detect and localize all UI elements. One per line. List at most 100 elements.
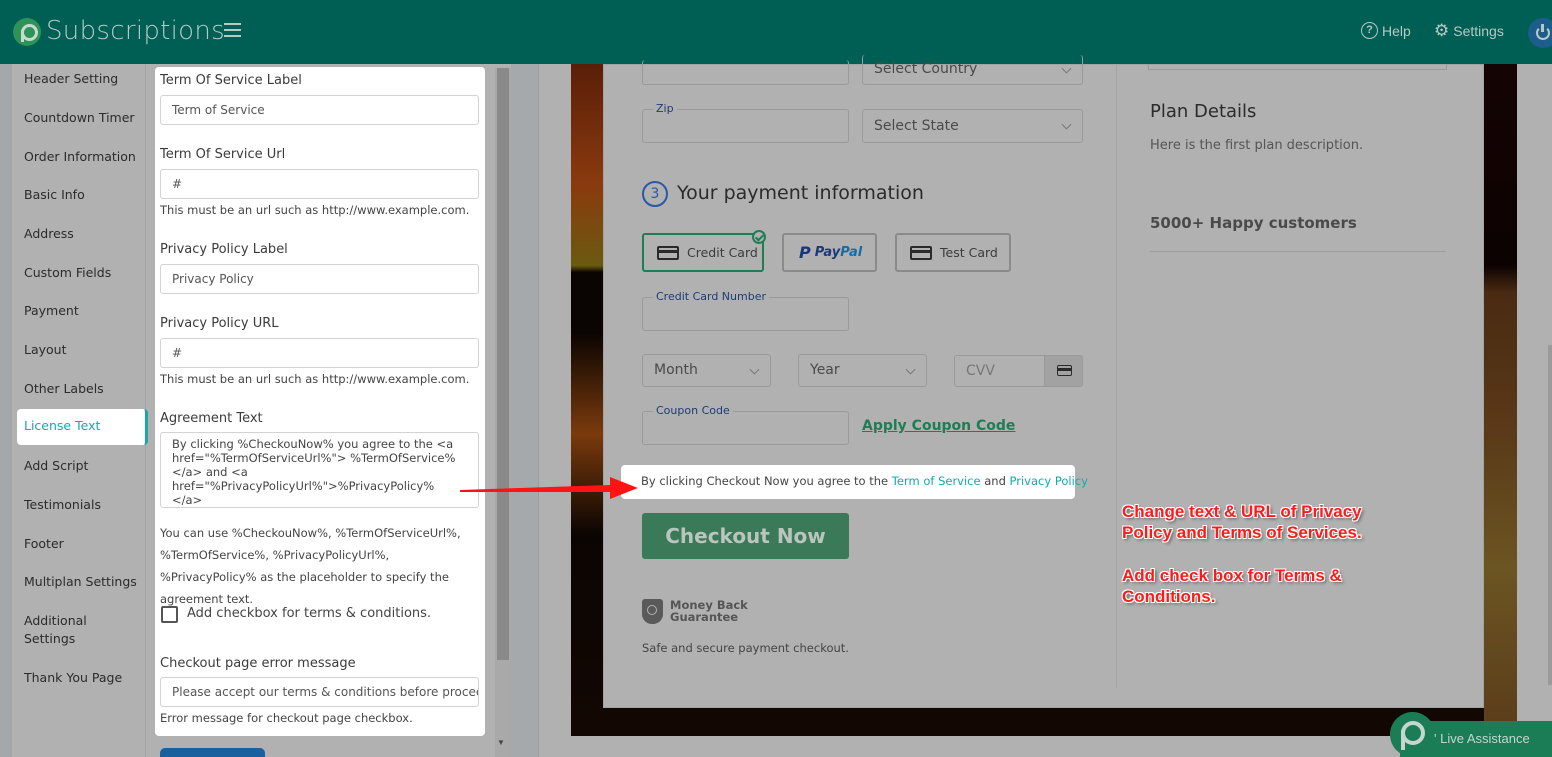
agreement-placeholder-note: You can use %CheckouNow%, %TermOfService… <box>160 526 461 606</box>
column-divider <box>1116 64 1117 688</box>
sidebar-item-additional-settings[interactable]: Additional Settings <box>24 612 104 648</box>
left-strip <box>0 64 12 757</box>
help-link[interactable]: ? Help <box>1361 22 1411 39</box>
safe-checkout-text: Safe and secure payment checkout. <box>642 641 849 655</box>
sidebar-item-license-text[interactable]: License Text <box>17 409 148 445</box>
preview-background-right <box>1484 64 1517 736</box>
agreement-text-preview: By clicking Checkout Now you agree to th… <box>621 465 1088 499</box>
sidebar-item-basic-info[interactable]: Basic Info <box>24 186 139 204</box>
sidebar-item-testimonials[interactable]: Testimonials <box>24 496 139 514</box>
card-number-label: Credit Card Number <box>653 290 769 303</box>
state-select[interactable]: Select State <box>862 109 1083 143</box>
sidebar-item-add-script[interactable]: Add Script <box>24 457 139 475</box>
chevron-down-icon <box>1061 63 1072 74</box>
plan-description: Here is the first plan description. <box>1150 138 1364 153</box>
credit-card-icon <box>657 245 679 260</box>
pp-url-input[interactable]: # <box>160 338 479 368</box>
annotation-arrow-icon <box>460 477 638 499</box>
sidebar-item-custom-fields[interactable]: Custom Fields <box>24 264 139 282</box>
address-input[interactable] <box>642 60 849 85</box>
payment-option-credit-card[interactable]: Credit Card <box>642 233 764 272</box>
sidebar-item-payment[interactable]: Payment <box>24 302 139 320</box>
cvv-addon <box>1044 355 1083 387</box>
annotation-line1: Change text & URL of Privacy Policy and … <box>1122 502 1362 542</box>
pp-url-help: This must be an url such as http://www.e… <box>160 372 470 386</box>
pp-label-field-label: Privacy Policy Label <box>160 242 288 257</box>
sidebar-item-thank-you-page[interactable]: Thank You Page <box>24 669 139 687</box>
top-bar: Subscriptions ? Help ⚙ Settings <box>0 0 1552 64</box>
payment-section-title: Your payment information <box>677 182 924 204</box>
gear-icon: ⚙ <box>1434 21 1450 40</box>
credit-card-icon <box>1057 365 1072 376</box>
help-label: Help <box>1382 22 1411 39</box>
sidebar-item-address[interactable]: Address <box>24 225 139 243</box>
payment-option-test-card[interactable]: Test Card <box>895 233 1011 272</box>
sidebar-item-header-setting[interactable]: Header Setting <box>24 70 139 88</box>
coupon-input[interactable]: Coupon Code <box>642 404 849 445</box>
cvv-input[interactable]: CVV <box>954 355 1045 387</box>
settings-sidebar: Header Setting Countdown Timer Order Inf… <box>12 64 148 757</box>
paypal-pal-text: Pal <box>840 245 863 260</box>
sidebar-item-countdown-timer[interactable]: Countdown Timer <box>24 109 139 127</box>
panel-divider <box>511 64 539 757</box>
terms-checkbox[interactable] <box>161 606 178 623</box>
license-text-panel: Term Of Service Label Term of Service Te… <box>155 67 485 736</box>
apply-coupon-link[interactable]: Apply Coupon Code <box>862 418 1015 434</box>
step-number-badge: 3 <box>642 181 668 207</box>
card-number-input[interactable]: Credit Card Number <box>642 290 849 331</box>
month-select-value: Month <box>654 362 698 378</box>
tos-label-field-label: Term Of Service Label <box>160 73 302 88</box>
checkout-now-button[interactable]: Checkout Now <box>642 513 849 559</box>
payment-option-label: Test Card <box>940 245 998 260</box>
sidebar-item-other-labels[interactable]: Other Labels <box>24 380 139 398</box>
sidebar-item-order-information[interactable]: Order Information <box>24 148 139 166</box>
agreement-text-label: Agreement Text <box>160 411 263 426</box>
pp-label-input[interactable]: Privacy Policy <box>160 264 479 294</box>
sidebar-item-multiplan-settings[interactable]: Multiplan Settings <box>24 573 139 591</box>
zip-input[interactable]: Zip <box>642 102 849 143</box>
happy-customers: 5000+ Happy customers <box>1150 214 1357 232</box>
pp-url-field-label: Privacy Policy URL <box>160 316 279 331</box>
error-message-label: Checkout page error message <box>160 656 356 671</box>
live-assistance-logo-icon[interactable] <box>1390 712 1435 757</box>
paypal-logo-icon: P <box>799 243 811 262</box>
tos-label-input[interactable]: Term of Service <box>160 95 479 125</box>
annotation-note: Change text & URL of Privacy Policy and … <box>1122 501 1402 607</box>
page-scrollbar[interactable] <box>1548 345 1552 685</box>
settings-link[interactable]: ⚙ Settings <box>1434 22 1504 39</box>
payment-option-paypal[interactable]: P PayPal <box>782 233 877 272</box>
tos-url-help: This must be an url such as http://www.e… <box>160 203 470 217</box>
month-select[interactable]: Month <box>642 354 771 387</box>
tos-url-input[interactable]: # <box>160 169 479 199</box>
agreement-text-input[interactable]: By clicking %CheckouNow% you agree to th… <box>160 432 479 508</box>
terms-checkbox-label[interactable]: Add checkbox for terms & conditions. <box>187 606 431 621</box>
live-assistance-label[interactable]: ' Live Assistance <box>1434 731 1530 746</box>
error-message-input[interactable]: Please accept our terms & conditions bef… <box>160 677 479 707</box>
chevron-down-icon <box>749 364 760 375</box>
money-back-guarantee: Money Back Guarantee <box>670 599 748 623</box>
cvv-placeholder: CVV <box>966 363 995 379</box>
year-select-value: Year <box>810 362 840 378</box>
plan-top-box <box>1148 64 1447 70</box>
privacy-policy-link[interactable]: Privacy Policy <box>1010 474 1088 488</box>
sidebar-item-footer[interactable]: Footer <box>24 535 139 553</box>
chevron-down-icon <box>905 364 916 375</box>
payment-option-label: Credit Card <box>687 245 758 260</box>
chevron-down-icon <box>1061 119 1072 130</box>
save-button[interactable] <box>160 748 265 757</box>
menu-toggle-icon[interactable] <box>224 23 241 37</box>
scroll-down-arrow-icon[interactable]: ▼ <box>497 738 505 747</box>
year-select[interactable]: Year <box>798 354 927 387</box>
money-back-line2: Guarantee <box>670 610 739 624</box>
credit-card-icon <box>910 245 932 260</box>
coupon-label: Coupon Code <box>653 404 733 417</box>
tos-url-field-label: Term Of Service Url <box>160 147 286 162</box>
shield-check-icon <box>642 599 663 624</box>
tos-link[interactable]: Term of Service <box>892 474 981 488</box>
settings-label: Settings <box>1453 22 1504 39</box>
country-select-value: Select Country <box>874 61 978 77</box>
panel-scrollbar-thumb[interactable] <box>497 68 509 660</box>
sidebar-item-layout[interactable]: Layout <box>24 341 139 359</box>
power-icon[interactable] <box>1528 18 1552 48</box>
country-select[interactable]: Select Country <box>862 55 1083 85</box>
